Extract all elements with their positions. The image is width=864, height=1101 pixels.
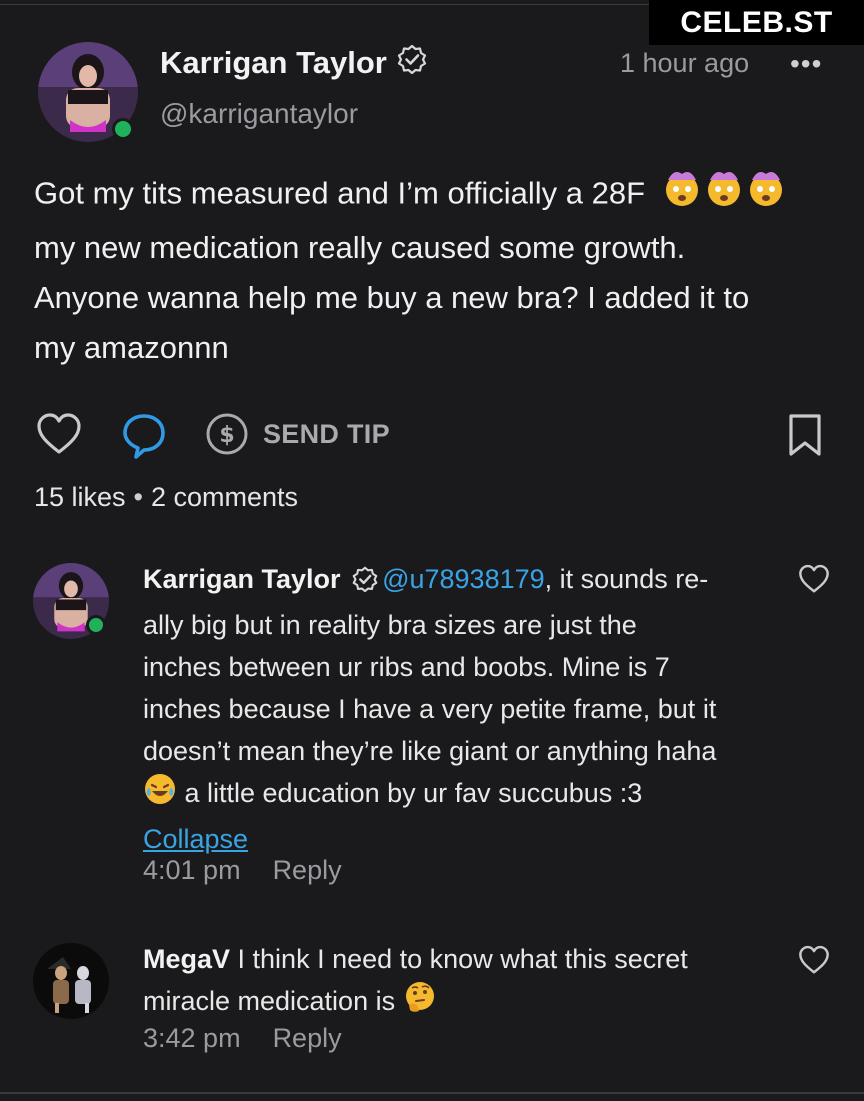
verified-badge-icon [397, 44, 427, 82]
comment-bubble-icon [123, 414, 165, 459]
post-line-1: Got my tits measured and I’m officially … [34, 168, 834, 223]
comment-line-3: inches between ur ribs and boobs. Mine i… [143, 652, 670, 682]
comment-avatar[interactable] [33, 943, 109, 1019]
post-actions: $ SEND TIP [0, 410, 864, 460]
post-body: Got my tits measured and I’m officially … [34, 168, 834, 373]
comment-like-button[interactable] [798, 564, 830, 599]
post-author-name[interactable]: Karrigan Taylor [160, 45, 387, 81]
heart-icon [799, 945, 829, 974]
svg-text:$: $ [219, 423, 234, 448]
comment-meta: 4:01 pm Reply [143, 855, 342, 886]
counts-separator: • [133, 482, 143, 512]
heart-icon [799, 564, 829, 593]
send-tip-button[interactable]: $ SEND TIP [205, 412, 390, 456]
thinking-face-emoji [403, 980, 437, 1026]
post-counts: 15 likes • 2 comments [34, 482, 298, 513]
comment-author-name[interactable]: MegaV [143, 944, 230, 974]
dollar-coin-icon: $ [206, 413, 248, 455]
bottom-divider [0, 1092, 864, 1094]
reply-button[interactable]: Reply [273, 1023, 342, 1053]
watermark: CELEB.ST [649, 0, 864, 45]
comment-timestamp: 4:01 pm [143, 855, 241, 885]
post-line-3: Anyone wanna help me buy a new bra? I ad… [34, 280, 750, 315]
post-line-2: my new medication really caused some gro… [34, 230, 686, 265]
bookmark-icon [789, 414, 821, 456]
like-button[interactable] [36, 412, 82, 456]
mention-link[interactable]: @u78938179 [382, 564, 545, 594]
verified-badge-icon [352, 562, 378, 604]
more-options-icon[interactable]: ••• [790, 48, 822, 80]
comment-body: Karrigan Taylor @u78938179, it sounds re… [143, 558, 773, 860]
avatar-image [33, 943, 109, 1019]
author-avatar[interactable] [38, 42, 138, 142]
comment-meta: 3:42 pm Reply [143, 1023, 342, 1054]
comment-line-4: inches because I have a very petite fram… [143, 694, 717, 724]
online-status-dot [86, 615, 106, 635]
likes-count[interactable]: 15 likes [34, 482, 126, 512]
comment-line-1: MegaV I think I need to know what this s… [143, 944, 688, 974]
comment-author-name[interactable]: Karrigan Taylor [143, 564, 341, 594]
post-author[interactable]: Karrigan Taylor [160, 44, 427, 82]
comment-timestamp: 3:42 pm [143, 1023, 241, 1053]
comment-line-2: miracle medication is [143, 980, 773, 1026]
post-author-handle[interactable]: @karrigantaylor [160, 98, 358, 130]
comment-line-2: ally big but in reality bra sizes are ju… [143, 610, 637, 640]
comment-line-6: a little education by ur fav succubus :3 [143, 772, 773, 818]
comments-count[interactable]: 2 comments [151, 482, 298, 512]
comment-button[interactable] [121, 412, 167, 460]
send-tip-label: SEND TIP [263, 418, 390, 449]
heart-icon [37, 413, 81, 454]
online-status-dot [112, 118, 134, 140]
comment-avatar[interactable] [33, 563, 109, 639]
comment-body: MegaV I think I need to know what this s… [143, 938, 773, 1026]
post-line-4: my amazonnn [34, 330, 229, 365]
comment-line-5: doesn’t mean they’re like giant or anyth… [143, 736, 717, 766]
post-timestamp: 1 hour ago [620, 48, 750, 78]
reply-button[interactable]: Reply [273, 855, 342, 885]
exploding-head-emoji [662, 168, 786, 223]
comment-line-1: Karrigan Taylor @u78938179, it sounds re… [143, 558, 773, 604]
collapse-link[interactable]: Collapse [143, 818, 773, 860]
laughing-tears-emoji [143, 772, 177, 818]
bookmark-button[interactable] [786, 412, 824, 458]
comment-like-button[interactable] [798, 945, 830, 980]
